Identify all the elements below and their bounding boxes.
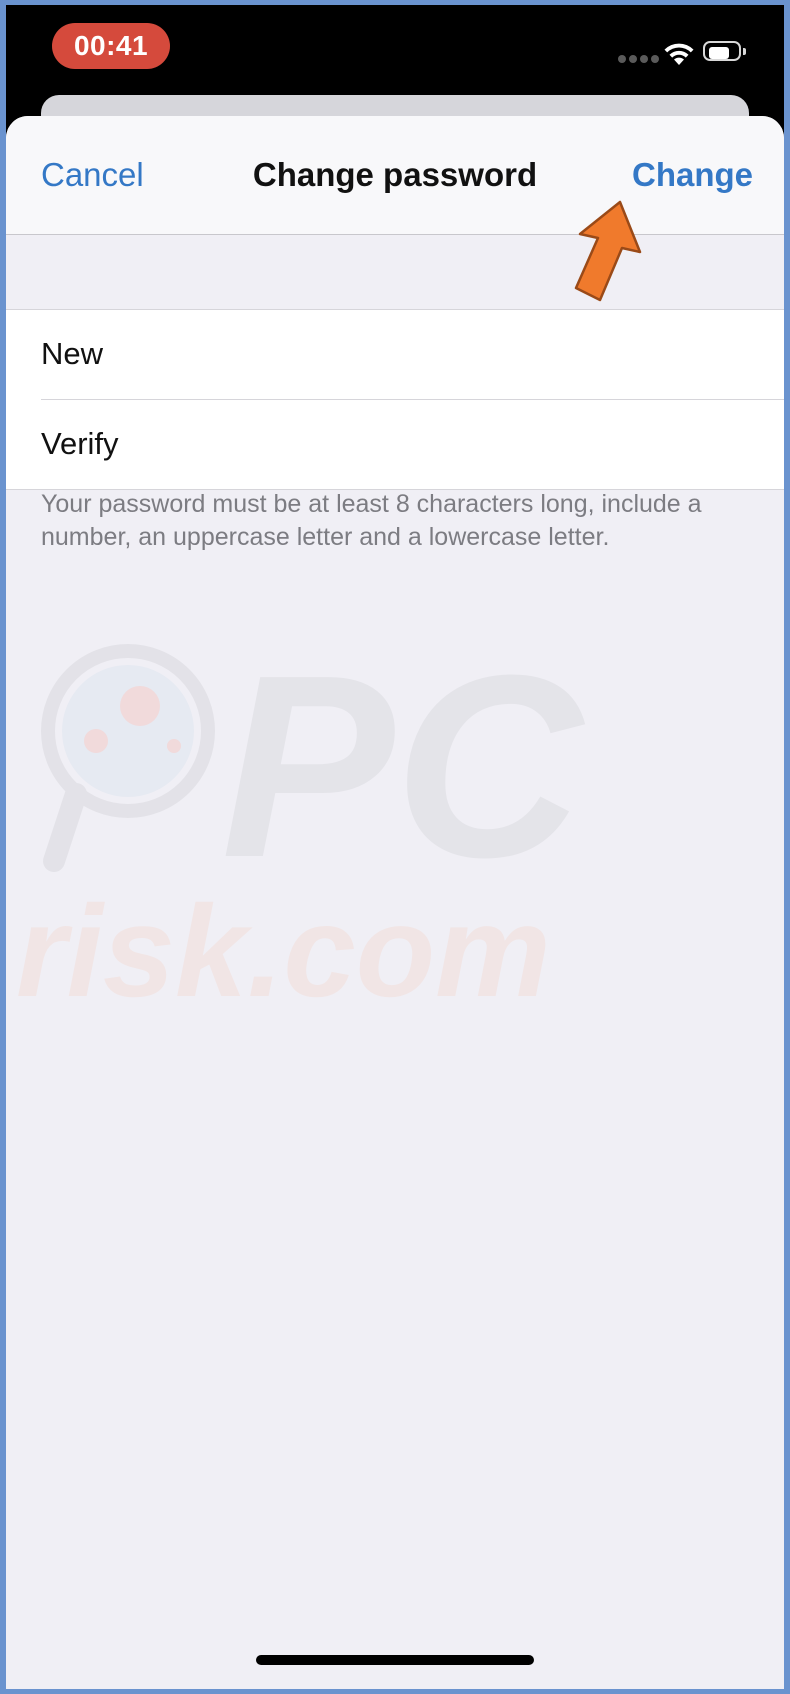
- cellular-signal-icon: [618, 55, 659, 63]
- change-password-sheet: Change password Cancel Change New Verify…: [6, 116, 784, 1689]
- home-indicator: [256, 1655, 534, 1665]
- new-password-field[interactable]: [186, 328, 750, 382]
- status-time[interactable]: 00:41: [52, 23, 170, 69]
- phone-screen: 00:41 Change password Cancel Change New: [6, 5, 784, 1689]
- new-password-label: New: [41, 336, 104, 371]
- pcrisk-watermark: PC risk.com: [16, 622, 585, 1024]
- wifi-icon: [664, 43, 694, 65]
- orange-arrow-icon: [574, 200, 642, 302]
- watermark-pc: PC: [221, 622, 585, 912]
- watermark-risk: risk.com: [16, 878, 551, 1024]
- password-form: New Verify: [6, 309, 784, 490]
- cancel-button[interactable]: Cancel: [41, 156, 144, 194]
- change-button[interactable]: Change: [632, 156, 753, 194]
- battery-icon: [703, 41, 747, 63]
- navigation-bar: Change password Cancel Change: [6, 116, 784, 235]
- new-password-row[interactable]: New: [6, 310, 784, 399]
- status-bar: 00:41: [6, 5, 784, 95]
- password-requirements-hint: Your password must be at least 8 charact…: [41, 490, 702, 551]
- verify-password-row[interactable]: Verify: [41, 399, 784, 489]
- verify-password-field[interactable]: [186, 418, 750, 472]
- verify-password-label: Verify: [41, 426, 119, 461]
